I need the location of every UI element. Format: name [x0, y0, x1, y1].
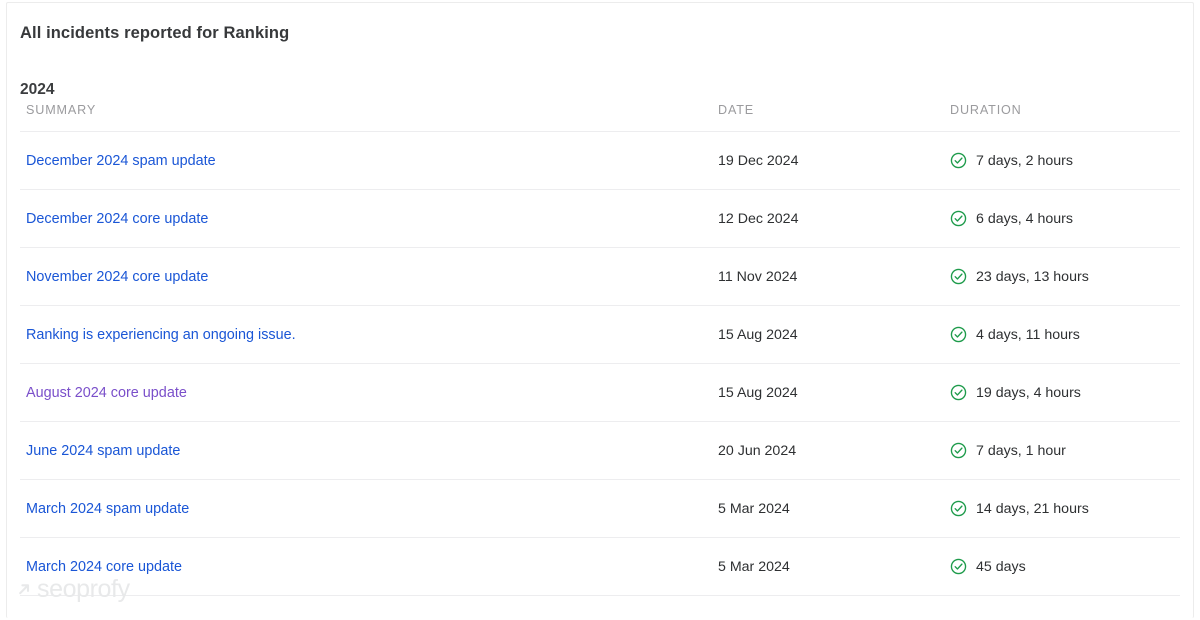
- check-circle-icon: [950, 210, 967, 227]
- summary-cell: December 2024 core update: [20, 189, 712, 248]
- check-circle-icon: [950, 152, 967, 169]
- check-circle-icon: [950, 326, 967, 343]
- incident-date: 20 Jun 2024: [718, 442, 797, 459]
- table-row: December 2024 core update 12 Dec 2024 6 da…: [20, 189, 1180, 248]
- incident-date: 5 Mar 2024: [718, 558, 790, 575]
- duration-cell: 45 days: [944, 537, 1180, 596]
- duration-cell: 19 days, 4 hours: [944, 363, 1180, 422]
- incident-duration: 14 days, 21 hours: [976, 500, 1089, 517]
- incident-duration: 45 days: [976, 558, 1026, 575]
- incident-duration: 7 days, 1 hour: [976, 442, 1066, 459]
- date-cell: 19 Dec 2024: [712, 131, 944, 190]
- incidents-page: All incidents reported for Ranking 2024 …: [0, 0, 1200, 620]
- table-row: November 2024 core update 11 Nov 2024 23 d…: [20, 247, 1180, 306]
- check-circle-icon: [950, 442, 967, 459]
- date-cell: 20 Jun 2024: [712, 421, 944, 480]
- summary-cell: June 2024 spam update: [20, 421, 712, 480]
- check-circle-icon: [950, 558, 967, 575]
- incident-duration: 4 days, 11 hours: [976, 326, 1080, 343]
- incidents-table: SUMMARY DATE DURATION December 2024 spam…: [20, 103, 1180, 596]
- incident-date: 19 Dec 2024: [718, 152, 799, 169]
- incident-date: 11 Nov 2024: [718, 268, 798, 285]
- incident-date: 15 Aug 2024: [718, 326, 798, 343]
- duration-cell: 6 days, 4 hours: [944, 189, 1180, 248]
- column-header-duration: DURATION: [944, 103, 1180, 132]
- incident-summary-link[interactable]: December 2024 spam update: [26, 153, 216, 169]
- table-row: August 2024 core update 15 Aug 2024 19 day…: [20, 363, 1180, 422]
- table-body: December 2024 spam update 19 Dec 2024 7 da…: [20, 131, 1180, 596]
- incident-summary-link[interactable]: March 2024 core update: [26, 559, 182, 575]
- incident-summary-link[interactable]: November 2024 core update: [26, 269, 208, 285]
- incident-duration: 19 days, 4 hours: [976, 384, 1081, 401]
- check-circle-icon: [950, 500, 967, 517]
- table-row: Ranking is experiencing an ongoing issue…: [20, 305, 1180, 364]
- duration-cell: 7 days, 1 hour: [944, 421, 1180, 480]
- incident-duration: 6 days, 4 hours: [976, 210, 1074, 227]
- summary-cell: Ranking is experiencing an ongoing issue…: [20, 305, 712, 364]
- date-cell: 12 Dec 2024: [712, 189, 944, 248]
- table-row: March 2024 spam update 5 Mar 2024 14 days,…: [20, 479, 1180, 538]
- incident-summary-link[interactable]: June 2024 spam update: [26, 443, 180, 459]
- summary-cell: November 2024 core update: [20, 247, 712, 306]
- duration-cell: 23 days, 13 hours: [944, 247, 1180, 306]
- table-header-row: SUMMARY DATE DURATION: [20, 103, 1180, 132]
- column-header-date: DATE: [712, 103, 944, 132]
- incident-summary-link[interactable]: August 2024 core update: [26, 385, 187, 401]
- check-circle-icon: [950, 268, 967, 285]
- incident-summary-link[interactable]: December 2024 core update: [26, 211, 208, 227]
- incident-summary-link[interactable]: March 2024 spam update: [26, 501, 189, 517]
- incident-summary-link[interactable]: Ranking is experiencing an ongoing issue…: [26, 327, 296, 343]
- date-cell: 5 Mar 2024: [712, 537, 944, 596]
- incident-date: 12 Dec 2024: [718, 210, 799, 227]
- date-cell: 15 Aug 2024: [712, 363, 944, 422]
- summary-cell: March 2024 core update: [20, 537, 712, 596]
- duration-cell: 14 days, 21 hours: [944, 479, 1180, 538]
- date-cell: 15 Aug 2024: [712, 305, 944, 364]
- date-cell: 5 Mar 2024: [712, 479, 944, 538]
- summary-cell: March 2024 spam update: [20, 479, 712, 538]
- table-row: June 2024 spam update 20 Jun 2024 7 days, …: [20, 421, 1180, 480]
- date-cell: 11 Nov 2024: [712, 247, 944, 306]
- incident-date: 5 Mar 2024: [718, 500, 790, 517]
- section-year-heading: 2024: [20, 80, 55, 98]
- check-circle-icon: [950, 384, 967, 401]
- page-title: All incidents reported for Ranking: [20, 24, 290, 43]
- table-row: December 2024 spam update 19 Dec 2024 7 da…: [20, 131, 1180, 190]
- incident-date: 15 Aug 2024: [718, 384, 798, 401]
- incident-duration: 7 days, 2 hours: [976, 152, 1074, 169]
- summary-cell: December 2024 spam update: [20, 131, 712, 190]
- table-row: March 2024 core update 5 Mar 2024 45 days: [20, 537, 1180, 596]
- summary-cell: August 2024 core update: [20, 363, 712, 422]
- duration-cell: 4 days, 11 hours: [944, 305, 1180, 364]
- incident-duration: 23 days, 13 hours: [976, 268, 1089, 285]
- table-head: SUMMARY DATE DURATION: [20, 103, 1180, 132]
- column-header-summary: SUMMARY: [20, 103, 712, 132]
- duration-cell: 7 days, 2 hours: [944, 131, 1180, 190]
